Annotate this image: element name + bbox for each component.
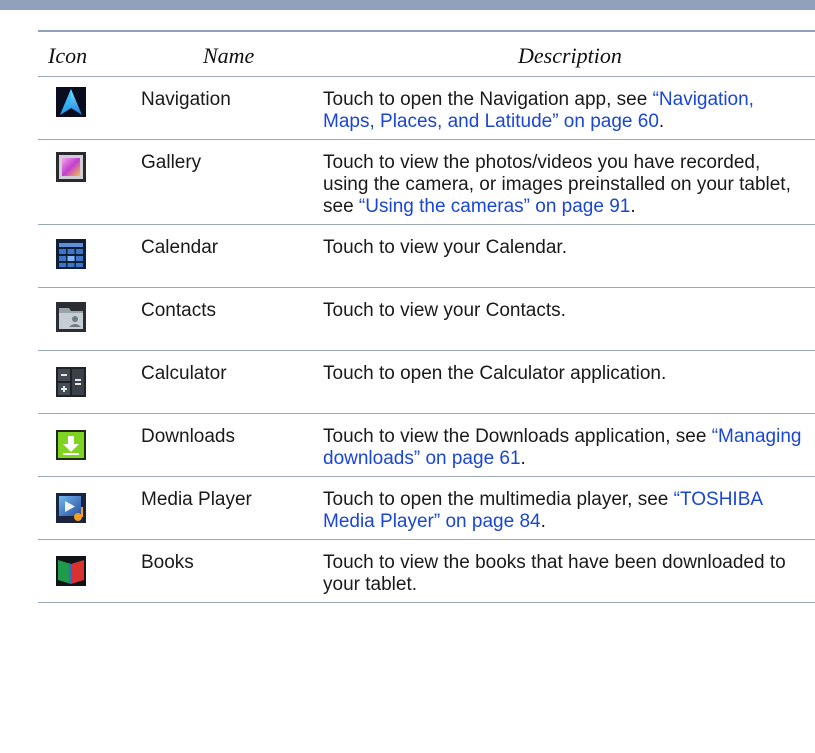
description-text: Touch to view your Calendar. [323,237,567,258]
table-row-gallery: Gallery Touch to view the photos/videos … [38,140,815,225]
download-arrow-icon [56,430,86,460]
description-text: Touch to open the Calculator application… [323,363,667,384]
description-text: Touch to open the Navigation app, see [323,89,653,110]
calendar-grid-icon [56,239,86,269]
table-row-downloads: Downloads Touch to view the Downloads ap… [38,414,815,477]
calculator-keys-icon [56,367,86,397]
row-name: Calculator [141,363,227,384]
row-description: Touch to view the photos/videos you have… [323,152,808,218]
link-using-cameras[interactable]: “Using the cameras” on page 91 [359,196,630,217]
row-divider [38,602,815,603]
row-description: Touch to view your Calendar. [323,237,808,259]
books-open-icon [56,556,86,586]
table-row-calendar: Calendar Touch to view your Calendar. [38,225,815,288]
row-name: Navigation [141,89,231,110]
row-name: Downloads [141,426,235,447]
row-description: Touch to open the Calculator application… [323,363,808,385]
table-row-media-player: Media Player Touch to open the multimedi… [38,477,815,540]
description-suffix: . [630,196,636,217]
navigation-arrow-icon [56,87,86,117]
row-description: Touch to view your Contacts. [323,300,808,322]
table-row-contacts: Contacts Touch to view your Contacts. [38,288,815,351]
row-description: Touch to view the books that have been d… [323,552,808,596]
media-player-film-icon [56,493,86,523]
row-description: Touch to open the Navigation app, see “N… [323,89,808,133]
row-name: Media Player [141,489,252,510]
table-row-navigation: Navigation Touch to open the Navigation … [38,77,815,140]
top-decorative-bar [0,0,815,10]
description-suffix: . [658,111,665,132]
description-text: Touch to view your Contacts. [323,300,566,321]
description-text: Touch to view the Downloads application,… [323,426,712,447]
row-name: Books [141,552,194,573]
row-description: Touch to view the Downloads application,… [323,426,808,470]
row-description: Touch to open the multimedia player, see… [323,489,808,533]
gallery-picture-icon [56,152,86,182]
description-suffix: . [540,511,546,532]
description-suffix: . [520,448,526,469]
contacts-folder-icon [56,302,86,332]
description-text: Touch to open the multimedia player, see [323,489,674,510]
row-name: Contacts [141,300,216,321]
table-row-books: Books Touch to view the books that have … [38,540,815,603]
table-row-calculator: Calculator Touch to open the Calculator … [38,351,815,414]
row-name: Calendar [141,237,219,258]
description-text: Touch to view the books that have been d… [323,552,786,595]
header-row [38,36,815,77]
table-top-rule [38,30,815,32]
row-name: Gallery [141,152,202,173]
